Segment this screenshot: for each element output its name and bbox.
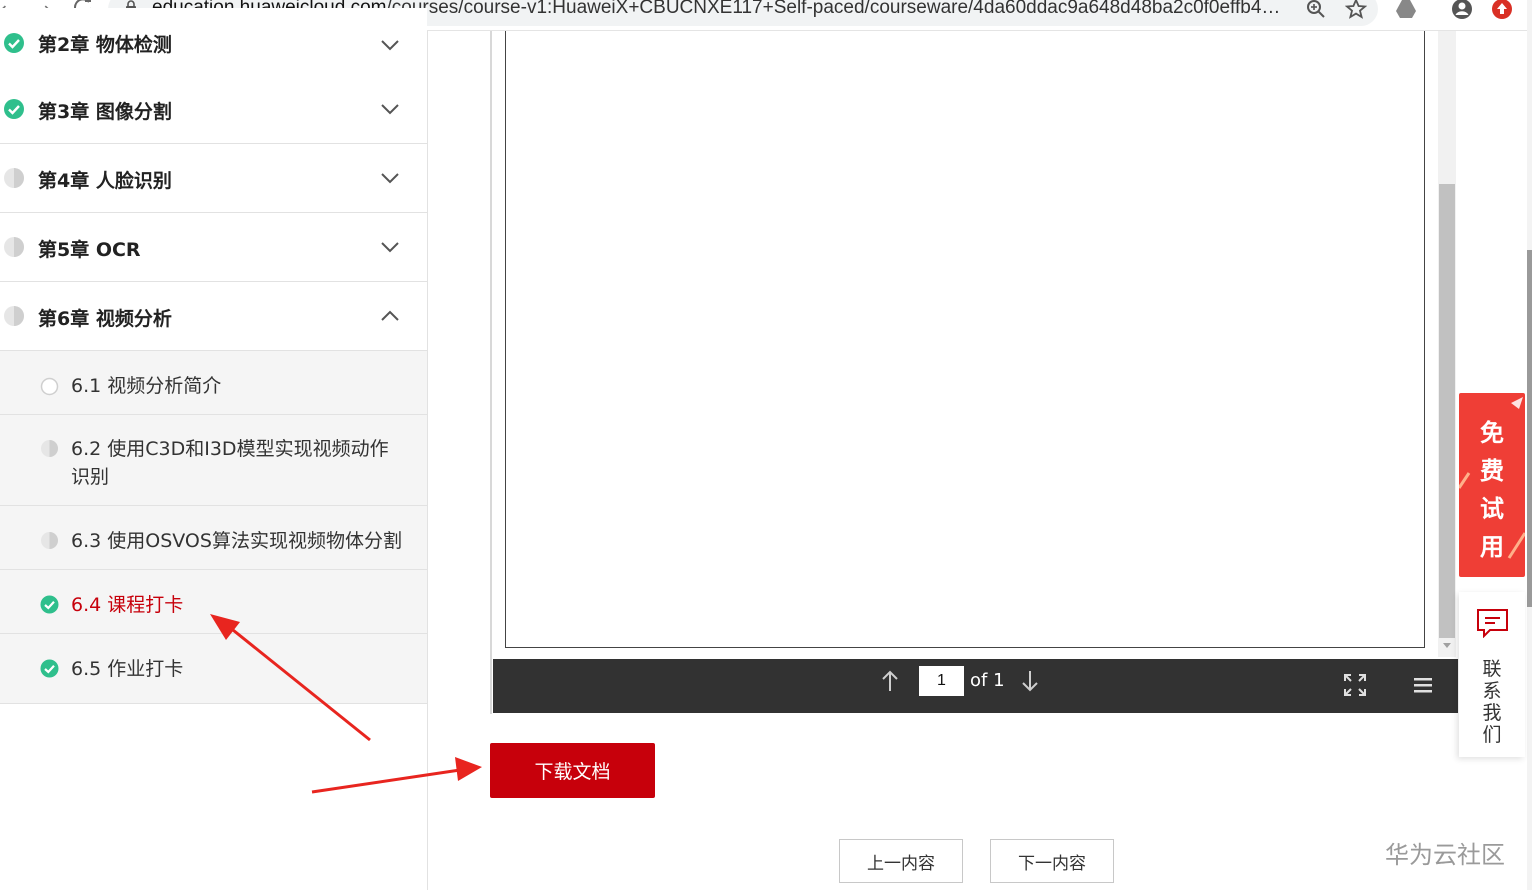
free-trial-button[interactable]: 免 费 试 用	[1459, 393, 1525, 577]
chevron-down-icon[interactable]	[380, 171, 400, 185]
page-count: of 1	[970, 670, 1005, 691]
lesson-title: 6.3 使用OSVOS算法实现视频物体分割	[71, 530, 402, 552]
lesson-item-6-1[interactable]: 6.1 视频分析简介	[0, 351, 427, 415]
lesson-item-6-3[interactable]: 6.3 使用OSVOS算法实现视频物体分割	[0, 506, 427, 570]
complete-check-icon	[40, 595, 59, 614]
chapter-title: 第6章 视频分析	[38, 308, 172, 330]
partial-progress-icon	[4, 306, 24, 326]
trial-label-char: 费	[1480, 457, 1504, 485]
chapter-item-3[interactable]: 第3章 图像分割	[0, 75, 427, 144]
page-number-input[interactable]	[919, 666, 964, 696]
lesson-title: 6.1 视频分析简介	[71, 375, 222, 397]
trial-label-char: 免	[1480, 419, 1504, 447]
chapter-title: 第5章 OCR	[38, 239, 141, 261]
page-scrollbar-thumb[interactable]	[1527, 250, 1532, 607]
viewer-scrollbar-thumb[interactable]	[1439, 184, 1455, 638]
chapter-item-4[interactable]: 第4章 人脸识别	[0, 144, 427, 213]
trial-label-char: 用	[1480, 533, 1504, 561]
lesson-title: 6.5 作业打卡	[71, 658, 184, 680]
scroll-down-arrow-icon[interactable]	[1442, 642, 1452, 650]
update-alert-icon[interactable]	[1491, 0, 1513, 20]
trial-label-char: 试	[1480, 495, 1504, 523]
drive-extension-icon[interactable]	[1395, 0, 1417, 20]
chapter-title: 第2章 物体检测	[38, 34, 172, 56]
previous-page-arrow-icon[interactable]	[881, 670, 899, 692]
url-path: /courses/course-v1:HuaweiX+CBUCNXE117+Se…	[386, 0, 1288, 18]
next-page-arrow-icon[interactable]	[1021, 670, 1039, 692]
contact-us-button[interactable]: 联 系 我 们	[1459, 592, 1525, 757]
next-content-button[interactable]: 下一内容	[990, 839, 1114, 883]
complete-check-icon	[4, 33, 24, 53]
partial-progress-icon	[4, 237, 24, 257]
lesson-item-6-5[interactable]: 6.5 作业打卡	[0, 634, 427, 704]
lesson-title: 6.4 课程打卡	[71, 594, 184, 616]
complete-check-icon	[40, 659, 59, 678]
chevron-down-icon[interactable]	[380, 240, 400, 254]
lesson-item-6-2[interactable]: 6.2 使用C3D和I3D模型实现视频动作识别	[0, 415, 427, 506]
previous-content-button[interactable]: 上一内容	[839, 839, 963, 883]
not-started-circle-icon	[40, 377, 59, 396]
chat-bubble-icon	[1477, 609, 1508, 638]
partial-progress-icon	[41, 440, 58, 457]
lesson-item-6-4[interactable]: 6.4 课程打卡	[0, 570, 427, 634]
chapter-title: 第3章 图像分割	[38, 101, 172, 123]
partial-progress-icon	[41, 532, 58, 549]
chapter-item-5[interactable]: 第5章 OCR	[0, 213, 427, 282]
contact-label-char: 们	[1482, 724, 1502, 746]
chevron-down-icon[interactable]	[380, 38, 400, 52]
complete-check-icon	[4, 99, 24, 119]
chevron-up-icon[interactable]	[380, 309, 400, 323]
chapter-title: 第4章 人脸识别	[38, 170, 172, 192]
profile-avatar-icon[interactable]	[1451, 0, 1473, 20]
chapter-item-6[interactable]: 第6章 视频分析	[0, 282, 427, 351]
lesson-title: 6.2 使用C3D和I3D模型实现视频动作识别	[71, 438, 389, 488]
menu-icon[interactable]	[1413, 676, 1433, 694]
chapter-item-2[interactable]: 第2章 物体检测	[0, 8, 427, 77]
zoom-icon[interactable]	[1305, 0, 1327, 20]
download-document-button[interactable]: 下载文档	[490, 743, 655, 798]
pdf-page	[505, 31, 1425, 648]
fullscreen-icon[interactable]	[1343, 673, 1367, 697]
watermark-text: 华为云社区	[1385, 841, 1505, 869]
bookmark-star-icon[interactable]	[1345, 0, 1367, 20]
chevron-down-icon[interactable]	[380, 102, 400, 116]
partial-progress-icon	[4, 168, 24, 188]
